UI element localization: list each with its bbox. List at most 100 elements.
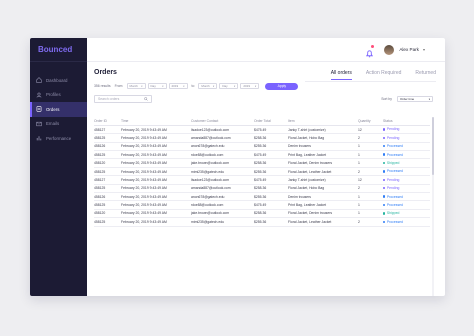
from-day-select[interactable]: Day ▾	[147, 83, 167, 89]
sidebar-item-performance[interactable]: Performance	[30, 131, 87, 146]
table-row[interactable]: 458125 February 20, 2019 9:43:49 AM amanda…	[94, 184, 430, 194]
status-badge: Processed	[383, 203, 403, 207]
chevron-down-icon[interactable]: ▾	[423, 47, 425, 52]
scrollbar-thumb[interactable]	[432, 117, 434, 175]
column-header[interactable]: Order Total	[254, 117, 288, 126]
table-row[interactable]: 458127 February 20, 2019 9:43:49 AM lisado…	[94, 125, 430, 135]
table-cell: Processed	[383, 217, 430, 227]
table-cell: 458125	[94, 217, 121, 227]
column-header[interactable]: Item	[288, 117, 358, 126]
search-input[interactable]: Search orders	[94, 95, 152, 103]
table-cell: Denim trousers	[288, 142, 358, 152]
table-row[interactable]: 458125 February 20, 2019 9:43:49 AM rdoe88…	[94, 200, 430, 210]
tab-returned[interactable]: Returned	[415, 70, 436, 80]
table-row[interactable]: 458126 February 20, 2019 9:43:49 AM anon67…	[94, 142, 430, 152]
status-label: Shipped	[386, 211, 400, 216]
status-badge: Pending	[383, 178, 399, 182]
column-header[interactable]: Time	[121, 117, 191, 126]
chevron-down-icon: ▾	[234, 84, 236, 88]
avatar[interactable]	[384, 44, 395, 55]
table-cell: Janky T-shirt (customize)	[288, 125, 358, 135]
table-row[interactable]: 458120 February 20, 2019 9:43:49 AM jake.b…	[94, 209, 430, 219]
table-cell: $258.36	[254, 209, 288, 219]
sidebar-item-emails[interactable]: Emails	[30, 117, 87, 132]
sort-select[interactable]: Order time ▾	[397, 96, 433, 102]
table-row[interactable]: 458125 February 20, 2019 9:43:49 AM rdoe88…	[94, 150, 430, 160]
table-cell: $255.36	[254, 167, 288, 177]
table-cell: 458126	[94, 192, 121, 202]
column-header[interactable]: Order ID	[94, 117, 121, 126]
table-cell: 458126	[94, 142, 121, 152]
tab-action-required[interactable]: Action Required	[366, 70, 402, 80]
table-cell: $255.36	[254, 142, 288, 152]
select-value: Month	[129, 84, 138, 88]
to-day-select[interactable]: Day ▾	[219, 83, 239, 89]
table-cell: February 20, 2019 9:43:49 AM	[121, 217, 191, 227]
tabs-divider	[305, 81, 436, 82]
table-cell: 1	[358, 209, 383, 219]
table-row[interactable]: 458125 February 20, 2019 9:43:49 AM amanda…	[94, 133, 430, 143]
table-cell: 12	[358, 175, 383, 185]
results-count: 356 results	[94, 84, 111, 88]
from-month-select[interactable]: Month ▾	[126, 83, 146, 89]
column-header[interactable]: Status	[383, 117, 430, 126]
sidebar-item-profiles[interactable]: Profiles	[30, 88, 87, 103]
table-cell: Floral Jacket, Denim trousers	[288, 158, 358, 168]
notification-button[interactable]	[365, 45, 375, 58]
search-row: Search orders Sort by Order time ▾	[87, 92, 445, 106]
page-title: Orders	[94, 69, 117, 76]
table-row[interactable]: 458125 February 20, 2019 9:43:49 AM mimi23…	[94, 167, 430, 177]
chevron-down-icon: ▾	[162, 84, 164, 88]
table-cell: Pending	[383, 184, 430, 194]
person-icon	[36, 92, 42, 98]
status-label: Shipped	[386, 161, 400, 166]
table-cell: jake.brown@outlook.com	[191, 158, 254, 168]
select-value: Month	[201, 84, 210, 88]
sidebar-item-label: Performance	[46, 135, 72, 141]
table-cell: Shipped	[383, 158, 430, 168]
sidebar-item-label: Emails	[46, 121, 60, 127]
table-cell: February 20, 2019 9:43:49 AM	[121, 133, 191, 143]
status-dot	[383, 178, 386, 182]
tab-all-orders[interactable]: All orders	[330, 70, 352, 80]
table-scrollbar[interactable]	[432, 117, 434, 296]
status-badge: Processed	[383, 144, 403, 148]
to-year-select[interactable]: 2019 ▾	[240, 83, 260, 89]
table-cell: $255.36	[254, 192, 288, 202]
table-cell: Processed	[383, 142, 430, 152]
select-value: Order time	[400, 97, 415, 101]
status-badge: Shipped	[383, 161, 399, 165]
orders-table: Order ID Time Customer Contact Order Tot…	[94, 117, 430, 227]
brand-logo[interactable]: Bounced	[30, 38, 87, 62]
status-dot	[383, 136, 386, 140]
table-cell: $255.36	[254, 217, 288, 227]
table-cell: 458127	[94, 125, 121, 135]
column-header[interactable]: Quantity	[358, 117, 383, 126]
sidebar-item-dashboard[interactable]: Dashboard	[30, 73, 87, 88]
from-year-select[interactable]: 2019 ▾	[168, 83, 188, 89]
to-month-select[interactable]: Month ▾	[198, 83, 218, 89]
user-name[interactable]: Alex Park	[399, 47, 419, 52]
sidebar-item-orders[interactable]: Orders	[30, 102, 87, 117]
table-cell: 458120	[94, 209, 121, 219]
table-row[interactable]: 458126 February 20, 2019 9:43:49 AM anon67…	[94, 192, 430, 202]
to-label: to	[191, 84, 195, 88]
sort-label: Sort by	[381, 97, 392, 101]
table-cell: Pending	[383, 133, 430, 143]
chevron-down-icon: ▾	[255, 84, 257, 88]
table-row[interactable]: 458127 February 20, 2019 9:43:49 AM lisado…	[94, 175, 430, 185]
table-cell: Denim trousers	[288, 192, 358, 202]
chevron-down-icon: ▾	[141, 84, 143, 88]
apply-button[interactable]: Apply	[265, 82, 299, 90]
table-cell: Pending	[383, 175, 430, 185]
table-row[interactable]: 458120 February 20, 2019 9:43:49 AM jake.b…	[94, 158, 430, 168]
status-dot	[383, 161, 386, 165]
table-row[interactable]: 458125 February 20, 2019 9:43:49 AM mimi23…	[94, 217, 430, 227]
column-header[interactable]: Customer Contact	[191, 117, 254, 126]
status-badge: Processed	[383, 220, 403, 224]
table-cell: mimi235@gatech.edu	[191, 217, 254, 227]
status-label: Processed	[386, 203, 403, 207]
select-value: 2019	[243, 84, 251, 88]
sort-control: Sort by Order time ▾	[381, 96, 435, 102]
table-cell: anon678@gatech.edu	[191, 142, 254, 152]
